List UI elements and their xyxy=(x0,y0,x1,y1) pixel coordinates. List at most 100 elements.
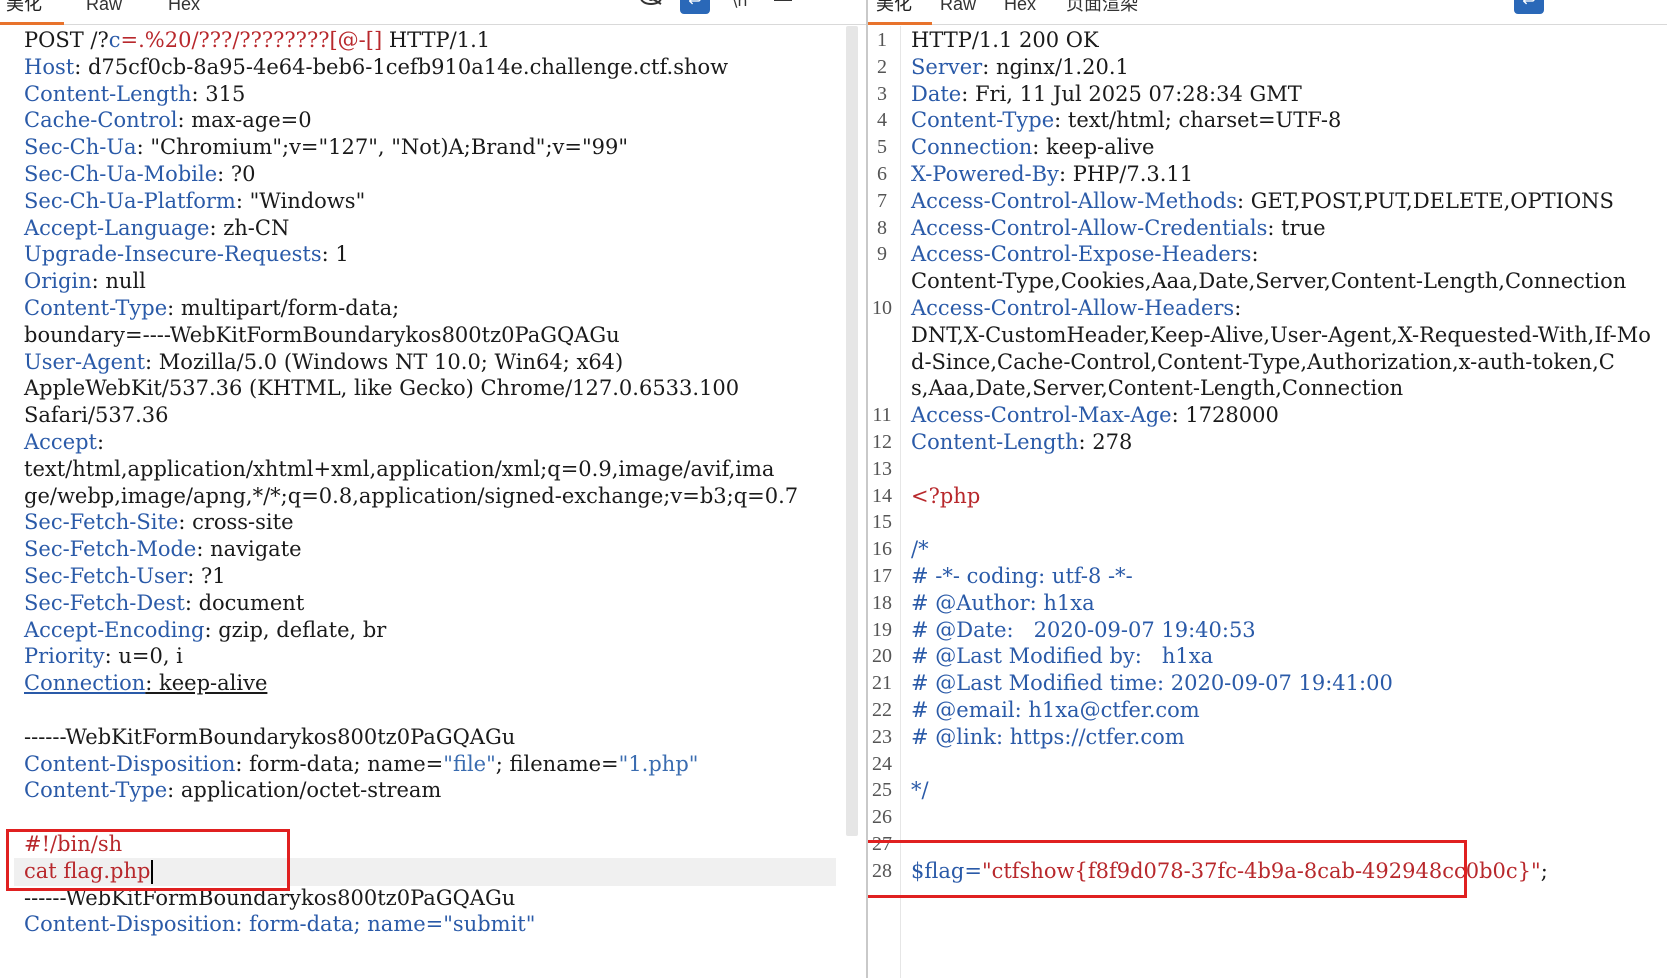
code-token: Sec-Ch-Ua xyxy=(24,135,137,160)
code-token: DNT,X-CustomHeader,Keep-Alive,User-Agent… xyxy=(911,322,1651,347)
code-line: 12 Content-Length: 278 xyxy=(868,428,1667,456)
code-line: ge/webp,image/apng,*/*;q=0.8,application… xyxy=(0,482,866,510)
code-line: Content-Type: multipart/form-data; xyxy=(0,294,866,322)
code-line: 9 Access-Control-Expose-Headers: xyxy=(868,240,1667,268)
line-text: User-Agent: Mozilla/5.0 (Windows NT 10.0… xyxy=(24,348,623,376)
line-text: # @Date: 2020-09-07 19:40:53 xyxy=(911,616,1256,644)
line-text: Accept-Encoding: gzip, deflate, br xyxy=(24,616,386,644)
code-token: Access-Control-Expose-Headers xyxy=(911,242,1252,267)
request-tab-raw[interactable]: Raw xyxy=(86,0,122,16)
line-text: Access-Control-Max-Age: 1728000 xyxy=(911,401,1279,429)
line-text: # -*- coding: utf-8 -*- xyxy=(911,562,1133,590)
hide-eye-icon[interactable] xyxy=(636,0,666,14)
wrap-lines-icon[interactable]: ↩ xyxy=(1514,0,1544,14)
line-text: */ xyxy=(911,776,929,804)
code-token: : GET,POST,PUT,DELETE,OPTIONS xyxy=(1237,188,1614,213)
line-text: text/html,application/xhtml+xml,applicat… xyxy=(24,455,774,483)
request-tab-pretty[interactable]: 美化 xyxy=(6,0,42,16)
response-tab-raw[interactable]: Raw xyxy=(940,0,976,16)
code-line: 20 # @Last Modified by: h1xa xyxy=(868,642,1667,670)
line-number: 4 xyxy=(877,109,887,132)
code-token: # -*- coding: utf-8 -*- xyxy=(911,564,1133,588)
code-line: 11 Access-Control-Max-Age: 1728000 xyxy=(868,401,1667,429)
line-text: Upgrade-Insecure-Requests: 1 xyxy=(24,240,349,268)
code-token: : xyxy=(97,430,105,454)
code-token: Access-Control-Allow-Credentials xyxy=(911,215,1268,240)
code-line: 13 xyxy=(868,455,1667,483)
line-number: 17 xyxy=(872,565,892,587)
code-line: Sec-Ch-Ua-Platform: "Windows" xyxy=(0,187,866,215)
code-token: : null xyxy=(91,269,146,294)
response-tab-render[interactable]: 页面渲染 xyxy=(1066,0,1138,16)
line-text: Sec-Ch-Ua: "Chromium";v="127", "Not)A;Br… xyxy=(24,133,628,161)
line-number: 16 xyxy=(872,538,892,561)
code-token: : xyxy=(1251,242,1259,267)
response-tab-pretty[interactable]: 美化 xyxy=(876,0,912,16)
code-token: boundary=----WebKitFormBoundarykos800tz0… xyxy=(24,322,620,347)
line-text: Priority: u=0, i xyxy=(24,642,183,670)
line-number: 21 xyxy=(872,672,892,695)
code-token: Access-Control-Allow-Headers xyxy=(911,296,1235,320)
line-text: Accept-Language: zh-CN xyxy=(24,214,289,242)
line-text: Access-Control-Allow-Headers: xyxy=(911,294,1241,322)
line-text: /* xyxy=(911,535,929,563)
line-text: Sec-Ch-Ua-Mobile: ?0 xyxy=(24,160,256,188)
code-token: : 1 xyxy=(321,242,349,267)
line-text: Host: d75cf0cb-8a95-4e64-beb6-1cefb910a1… xyxy=(24,53,728,81)
code-token: Sec-Fetch-Mode xyxy=(24,537,197,562)
wrap-lines-icon[interactable]: ↩ xyxy=(680,0,710,14)
response-editor[interactable]: 1 HTTP/1.1 200 OK 2 Server: nginx/1.20.1 3 Da… xyxy=(868,26,1667,978)
code-line: s,Aaa,Date,Server,Content-Length,Connect… xyxy=(868,374,1667,402)
line-number: 7 xyxy=(877,189,887,212)
line-number: 2 xyxy=(877,55,887,78)
code-line: 26 xyxy=(868,803,1667,831)
code-token: : max-age=0 xyxy=(177,108,312,133)
code-token: ge/webp,image/apng,*/*;q=0.8,application… xyxy=(24,483,799,508)
code-token: =.%20/???/????????[@-[] xyxy=(120,28,383,52)
newline-toggle-icon[interactable]: \n xyxy=(728,0,758,14)
request-tab-hex[interactable]: Hex xyxy=(168,0,200,16)
code-token: Accept-Language xyxy=(24,215,210,240)
line-number: 8 xyxy=(877,216,887,239)
line-text: AppleWebKit/537.36 (KHTML, like Gecko) C… xyxy=(24,374,739,402)
code-line: ------WebKitFormBoundarykos800tz0PaGQAGu xyxy=(0,723,866,751)
code-token: # @link: https://ctfer.com xyxy=(911,724,1185,749)
code-token: # @Last Modified time: 2020-09-07 19:41:… xyxy=(911,671,1393,696)
code-line: Content-Type: application/octet-stream xyxy=(0,776,866,804)
line-text: # @link: https://ctfer.com xyxy=(911,723,1185,751)
code-line: 10 Access-Control-Allow-Headers: xyxy=(868,294,1667,322)
code-line: Content-Length: 315 xyxy=(0,80,866,108)
code-token: : "Chromium";v="127", "Not)A;Brand";v="9… xyxy=(136,135,629,160)
code-token: : document xyxy=(184,590,305,615)
line-text: Accept: xyxy=(24,428,104,456)
code-token: Server xyxy=(911,54,983,79)
code-token: HTTP/1.1 xyxy=(382,28,491,52)
code-token: : gzip, deflate, br xyxy=(204,617,387,642)
code-token: : 1728000 xyxy=(1171,403,1279,428)
code-token: /* xyxy=(911,537,929,562)
code-line: Content-Disposition: form-data; name="su… xyxy=(0,910,866,938)
response-tab-hex[interactable]: Hex xyxy=(1004,0,1036,16)
code-token: Accept xyxy=(24,430,97,454)
line-text: Content-Disposition: form-data; name="fi… xyxy=(24,750,698,778)
code-line: 3 Date: Fri, 11 Jul 2025 07:28:34 GMT xyxy=(868,80,1667,108)
code-line: Upgrade-Insecure-Requests: 1 xyxy=(0,240,866,268)
line-number: 23 xyxy=(872,725,892,748)
code-token: : form-data; name= xyxy=(235,751,444,776)
code-token: # @email: h1xa@ctfer.com xyxy=(911,698,1200,722)
menu-icon[interactable] xyxy=(770,0,800,14)
line-text: Sec-Ch-Ua-Platform: "Windows" xyxy=(24,187,365,215)
request-scrollbar[interactable] xyxy=(846,26,858,836)
line-number: 15 xyxy=(872,511,892,534)
code-line: Connection: keep-alive xyxy=(0,669,866,697)
line-number: 11 xyxy=(872,404,892,427)
code-line: 7 Access-Control-Allow-Methods: GET,POST,… xyxy=(868,187,1667,215)
code-token: s,Aaa,Date,Server,Content-Length,Connect… xyxy=(911,376,1404,401)
line-number: 10 xyxy=(872,297,892,319)
line-text: Content-Length: 315 xyxy=(24,80,245,108)
code-line: 22 # @email: h1xa@ctfer.com xyxy=(868,696,1667,724)
code-token: "1.php" xyxy=(618,751,699,776)
code-line: Accept-Language: zh-CN xyxy=(0,214,866,242)
request-tabs: 美化 Raw Hex ↩ \n xyxy=(0,0,866,25)
code-line: DNT,X-CustomHeader,Keep-Alive,User-Agent… xyxy=(868,321,1667,349)
